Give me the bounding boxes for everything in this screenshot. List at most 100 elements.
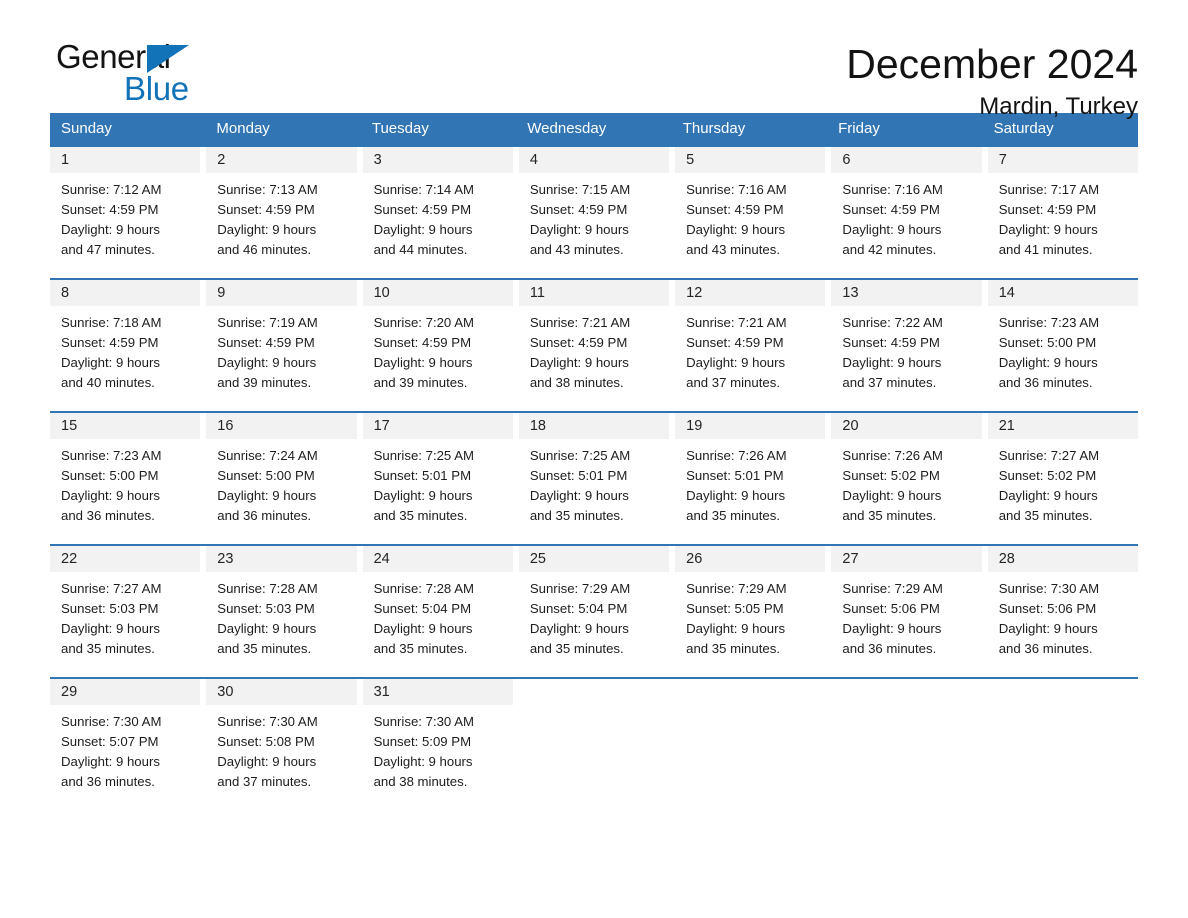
day-cell-13[interactable]: 13 Sunrise: 7:22 AM Sunset: 4:59 PM Dayl… xyxy=(831,280,982,411)
daylight-text-line1: Daylight: 9 hours xyxy=(686,621,786,636)
day-details: Sunrise: 7:29 AM Sunset: 5:06 PM Dayligh… xyxy=(831,572,981,659)
day-number: 21 xyxy=(998,418,1015,434)
sunrise-text: Sunrise: 7:20 AM xyxy=(373,315,474,330)
day-details: Sunrise: 7:16 AM Sunset: 4:59 PM Dayligh… xyxy=(675,173,825,260)
day-number-band: 31 xyxy=(362,679,513,705)
sunrise-text: Sunrise: 7:28 AM xyxy=(373,581,474,596)
day-cell-2[interactable]: 2 Sunrise: 7:13 AM Sunset: 4:59 PM Dayli… xyxy=(206,147,357,278)
sunset-text: Sunset: 4:59 PM xyxy=(217,202,315,217)
day-cell-25[interactable]: 25 Sunrise: 7:29 AM Sunset: 5:04 PM Dayl… xyxy=(518,546,670,677)
daylight-text-line2: and 35 minutes. xyxy=(998,508,1093,523)
day-number-band: 22 xyxy=(50,546,201,572)
sunrise-text: Sunrise: 7:21 AM xyxy=(529,315,631,330)
daylight-text-line2: and 38 minutes. xyxy=(529,375,624,390)
day-cell-11[interactable]: 11 Sunrise: 7:21 AM Sunset: 4:59 PM Dayl… xyxy=(518,280,670,411)
day-number-band: 18 xyxy=(518,413,670,439)
calendar-page: General Blue December 2024 Mardin, Turke… xyxy=(0,0,1188,918)
sunset-text: Sunset: 5:00 PM xyxy=(217,468,315,483)
daylight-text-line1: Daylight: 9 hours xyxy=(61,488,160,503)
day-cell-10[interactable]: 10 Sunrise: 7:20 AM Sunset: 4:59 PM Dayl… xyxy=(362,280,513,411)
day-cell-18[interactable]: 18 Sunrise: 7:25 AM Sunset: 5:01 PM Dayl… xyxy=(518,413,670,544)
day-number-band: 2 xyxy=(206,147,357,173)
day-number-band: 11 xyxy=(518,280,670,306)
day-number-band: 12 xyxy=(675,280,826,306)
day-details: Sunrise: 7:19 AM Sunset: 4:59 PM Dayligh… xyxy=(206,306,356,393)
sunrise-text: Sunrise: 7:16 AM xyxy=(686,182,787,197)
day-details: Sunrise: 7:21 AM Sunset: 4:59 PM Dayligh… xyxy=(519,306,669,393)
sunset-text: Sunset: 5:03 PM xyxy=(61,601,159,616)
day-cell-12[interactable]: 12 Sunrise: 7:21 AM Sunset: 4:59 PM Dayl… xyxy=(675,280,826,411)
day-number-band: 13 xyxy=(831,280,982,306)
daylight-text-line1: Daylight: 9 hours xyxy=(217,222,317,237)
day-details: Sunrise: 7:26 AM Sunset: 5:01 PM Dayligh… xyxy=(675,439,825,526)
sunset-text: Sunset: 5:04 PM xyxy=(373,601,472,616)
day-cell-21[interactable]: 21 Sunrise: 7:27 AM Sunset: 5:02 PM Dayl… xyxy=(987,413,1138,544)
day-cell-15[interactable]: 15 Sunrise: 7:23 AM Sunset: 5:00 PM Dayl… xyxy=(50,413,201,544)
day-details: Sunrise: 7:14 AM Sunset: 4:59 PM Dayligh… xyxy=(363,173,513,260)
day-cell-19[interactable]: 19 Sunrise: 7:26 AM Sunset: 5:01 PM Dayl… xyxy=(675,413,826,544)
day-cell-8[interactable]: 8 Sunrise: 7:18 AM Sunset: 4:59 PM Dayli… xyxy=(50,280,201,411)
sunrise-text: Sunrise: 7:30 AM xyxy=(61,714,162,729)
sunset-text: Sunset: 5:04 PM xyxy=(529,601,628,616)
daylight-text-line1: Daylight: 9 hours xyxy=(842,355,942,370)
general-blue-logo[interactable]: General Blue xyxy=(50,40,220,112)
day-cell-9[interactable]: 9 Sunrise: 7:19 AM Sunset: 4:59 PM Dayli… xyxy=(206,280,357,411)
sunset-text: Sunset: 4:59 PM xyxy=(61,202,159,217)
daylight-text-line2: and 43 minutes. xyxy=(686,242,780,257)
sunset-text: Sunset: 4:59 PM xyxy=(529,335,628,350)
day-cell-29[interactable]: 29 Sunrise: 7:30 AM Sunset: 5:07 PM Dayl… xyxy=(50,679,201,810)
day-cell-3[interactable]: 3 Sunrise: 7:14 AM Sunset: 4:59 PM Dayli… xyxy=(362,147,513,278)
daylight-text-line2: and 36 minutes. xyxy=(217,508,312,523)
day-details: Sunrise: 7:23 AM Sunset: 5:00 PM Dayligh… xyxy=(988,306,1138,393)
day-number: 12 xyxy=(686,285,703,301)
daylight-text-line2: and 35 minutes. xyxy=(686,641,780,656)
day-cell-27[interactable]: 27 Sunrise: 7:29 AM Sunset: 5:06 PM Dayl… xyxy=(831,546,982,677)
daylight-text-line1: Daylight: 9 hours xyxy=(842,621,942,636)
day-cell-4[interactable]: 4 Sunrise: 7:15 AM Sunset: 4:59 PM Dayli… xyxy=(518,147,670,278)
daylight-text-line2: and 38 minutes. xyxy=(373,774,468,789)
title-block: December 2024 Mardin, Turkey xyxy=(846,40,1138,122)
weekday-tuesday: Tuesday xyxy=(371,120,429,137)
day-number: 19 xyxy=(686,418,703,434)
sunset-text: Sunset: 4:59 PM xyxy=(842,202,940,217)
day-cell-7[interactable]: 7 Sunrise: 7:17 AM Sunset: 4:59 PM Dayli… xyxy=(987,147,1138,278)
day-cell-17[interactable]: 17 Sunrise: 7:25 AM Sunset: 5:01 PM Dayl… xyxy=(362,413,513,544)
day-details: Sunrise: 7:26 AM Sunset: 5:02 PM Dayligh… xyxy=(831,439,981,526)
day-details: Sunrise: 7:29 AM Sunset: 5:05 PM Dayligh… xyxy=(675,572,825,659)
daylight-text-line1: Daylight: 9 hours xyxy=(217,355,317,370)
daylight-text-line1: Daylight: 9 hours xyxy=(998,222,1098,237)
day-cell-23[interactable]: 23 Sunrise: 7:28 AM Sunset: 5:03 PM Dayl… xyxy=(206,546,357,677)
day-cell-28[interactable]: 28 Sunrise: 7:30 AM Sunset: 5:06 PM Dayl… xyxy=(987,546,1138,677)
day-cell-30[interactable]: 30 Sunrise: 7:30 AM Sunset: 5:08 PM Dayl… xyxy=(206,679,357,810)
daylight-text-line2: and 36 minutes. xyxy=(998,375,1093,390)
sunset-text: Sunset: 4:59 PM xyxy=(61,335,159,350)
day-cell-22[interactable]: 22 Sunrise: 7:27 AM Sunset: 5:03 PM Dayl… xyxy=(50,546,201,677)
daylight-text-line2: and 37 minutes. xyxy=(842,375,937,390)
day-number-band xyxy=(988,679,1138,705)
sunset-text: Sunset: 4:59 PM xyxy=(842,335,940,350)
day-cell-empty xyxy=(988,679,1138,810)
day-number: 9 xyxy=(217,285,226,301)
day-number-band: 14 xyxy=(987,280,1138,306)
day-number: 2 xyxy=(217,152,226,168)
day-cell-20[interactable]: 20 Sunrise: 7:26 AM Sunset: 5:02 PM Dayl… xyxy=(831,413,982,544)
day-cell-26[interactable]: 26 Sunrise: 7:29 AM Sunset: 5:05 PM Dayl… xyxy=(675,546,826,677)
day-cell-5[interactable]: 5 Sunrise: 7:16 AM Sunset: 4:59 PM Dayli… xyxy=(675,147,826,278)
triangle-icon xyxy=(147,45,189,73)
sunrise-text: Sunrise: 7:23 AM xyxy=(998,315,1100,330)
day-number: 22 xyxy=(61,551,78,567)
day-cell-31[interactable]: 31 Sunrise: 7:30 AM Sunset: 5:09 PM Dayl… xyxy=(362,679,513,810)
day-cell-24[interactable]: 24 Sunrise: 7:28 AM Sunset: 5:04 PM Dayl… xyxy=(362,546,513,677)
day-number-band: 17 xyxy=(362,413,513,439)
day-cell-1[interactable]: 1 Sunrise: 7:12 AM Sunset: 4:59 PM Dayli… xyxy=(50,147,201,278)
day-cell-16[interactable]: 16 Sunrise: 7:24 AM Sunset: 5:00 PM Dayl… xyxy=(206,413,357,544)
daylight-text-line1: Daylight: 9 hours xyxy=(842,222,942,237)
day-cell-6[interactable]: 6 Sunrise: 7:16 AM Sunset: 4:59 PM Dayli… xyxy=(831,147,982,278)
weekday-header-row: Sunday Monday Tuesday Wednesday Thursday… xyxy=(50,113,1138,145)
day-number: 16 xyxy=(217,418,234,434)
day-number-band: 21 xyxy=(987,413,1138,439)
daylight-text-line1: Daylight: 9 hours xyxy=(373,355,473,370)
day-cell-14[interactable]: 14 Sunrise: 7:23 AM Sunset: 5:00 PM Dayl… xyxy=(987,280,1138,411)
daylight-text-line2: and 37 minutes. xyxy=(686,375,780,390)
daylight-text-line1: Daylight: 9 hours xyxy=(217,754,317,769)
